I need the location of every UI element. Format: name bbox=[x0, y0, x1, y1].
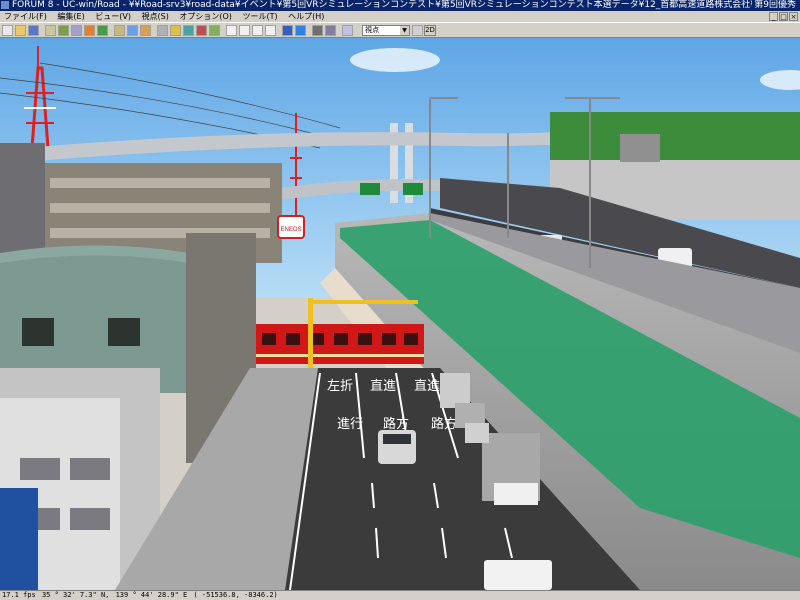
road-marking: 直進 bbox=[414, 379, 440, 394]
toolbar: 視点 ▼ 2D bbox=[0, 22, 800, 38]
viewpoint-select-value: 視点 bbox=[365, 26, 379, 34]
eneos-label: ENEOS bbox=[280, 227, 301, 233]
drive-icon[interactable] bbox=[325, 25, 336, 36]
menu-viewpoint[interactable]: 視点(S) bbox=[138, 11, 173, 22]
app-icon bbox=[1, 1, 9, 9]
scene-icon[interactable] bbox=[342, 25, 353, 36]
fps-readout: 17.1 fps bbox=[2, 591, 36, 599]
title-bar: FORUM 8 - UC-win/Road - ¥¥Road-srv3¥road… bbox=[0, 0, 800, 11]
chevron-down-icon: ▼ bbox=[400, 26, 409, 35]
green-building bbox=[550, 112, 800, 160]
menu-view[interactable]: ビュー(V) bbox=[91, 11, 135, 22]
new-file-icon[interactable] bbox=[2, 25, 13, 36]
crossing-gate bbox=[308, 298, 313, 368]
model-icon[interactable] bbox=[157, 25, 168, 36]
road-marking: 路方 bbox=[431, 416, 457, 432]
longitude-readout: 139 ° 44' 28.9" E bbox=[115, 591, 188, 599]
menu-bar: ファイル(F) 編集(E) ビュー(V) 視点(S) オプション(O) ツール(… bbox=[0, 11, 800, 22]
menu-options[interactable]: オプション(O) bbox=[175, 11, 236, 22]
truck-cab bbox=[494, 483, 538, 505]
title-right-text: 第9回優秀 bbox=[754, 0, 796, 10]
plant-icon[interactable] bbox=[209, 25, 220, 36]
road-marking: 直進 bbox=[370, 379, 396, 394]
highway-sign bbox=[403, 183, 423, 195]
menu-file[interactable]: ファイル(F) bbox=[0, 11, 51, 22]
window-title: FORUM 8 - UC-win/Road - ¥¥Road-srv3¥road… bbox=[12, 0, 752, 10]
walk-icon[interactable] bbox=[84, 25, 95, 36]
status-bar: 17.1 fps 35 ° 32' 7.3" N, 139 ° 44' 28.9… bbox=[0, 590, 800, 600]
window-controls: _ □ × bbox=[768, 11, 798, 22]
open-folder-icon[interactable] bbox=[15, 25, 26, 36]
arrow-right-icon[interactable] bbox=[252, 25, 263, 36]
arrow-up-icon[interactable] bbox=[226, 25, 237, 36]
road-icon[interactable] bbox=[114, 25, 125, 36]
terrain-icon[interactable] bbox=[140, 25, 151, 36]
tree-icon[interactable] bbox=[97, 25, 108, 36]
info-icon[interactable] bbox=[282, 25, 293, 36]
sky-icon[interactable] bbox=[127, 25, 138, 36]
crossing-gate-beam bbox=[308, 300, 418, 304]
app-window: FORUM 8 - UC-win/Road - ¥¥Road-srv3¥road… bbox=[0, 0, 800, 600]
car-icon[interactable] bbox=[312, 25, 323, 36]
water-icon[interactable] bbox=[183, 25, 194, 36]
latitude-readout: 35 ° 32' 7.3" N, bbox=[41, 591, 110, 599]
image-icon[interactable] bbox=[58, 25, 69, 36]
close-button[interactable]: × bbox=[789, 12, 798, 21]
light-icon[interactable] bbox=[170, 25, 181, 36]
print-icon[interactable] bbox=[45, 25, 56, 36]
mode-2d-button[interactable]: 2D bbox=[424, 25, 436, 36]
menu-help[interactable]: ヘルプ(H) bbox=[284, 11, 328, 22]
scene-render: ENEOS 左折 直進 直進 進行 路方 路方 bbox=[0, 38, 800, 590]
maximize-button[interactable]: □ bbox=[779, 12, 788, 21]
road-marking: 路方 bbox=[383, 416, 409, 432]
road-marking: 進行 bbox=[337, 417, 363, 432]
viewpoint-select[interactable]: 視点 ▼ bbox=[362, 25, 410, 36]
globe-icon[interactable] bbox=[295, 25, 306, 36]
minimize-button[interactable]: _ bbox=[769, 12, 778, 21]
camera-icon[interactable] bbox=[71, 25, 82, 36]
traffic-icon[interactable] bbox=[196, 25, 207, 36]
tram-stripe bbox=[254, 354, 424, 357]
menu-tools[interactable]: ツール(T) bbox=[238, 11, 281, 22]
signboard bbox=[0, 488, 38, 590]
van bbox=[484, 560, 552, 590]
highway-sign bbox=[360, 183, 380, 195]
save-icon[interactable] bbox=[28, 25, 39, 36]
coordinate-readout: ( -51536.8, -8346.2) bbox=[193, 591, 278, 599]
road-marking: 左折 bbox=[327, 379, 353, 394]
arrow-down-icon[interactable] bbox=[265, 25, 276, 36]
fullscreen-icon[interactable] bbox=[412, 25, 423, 36]
arrow-left-icon[interactable] bbox=[239, 25, 250, 36]
3d-viewport[interactable]: ENEOS 左折 直進 直進 進行 路方 路方 bbox=[0, 38, 800, 590]
cloud bbox=[350, 48, 440, 72]
menu-edit[interactable]: 編集(E) bbox=[53, 11, 88, 22]
car-window bbox=[383, 434, 411, 444]
